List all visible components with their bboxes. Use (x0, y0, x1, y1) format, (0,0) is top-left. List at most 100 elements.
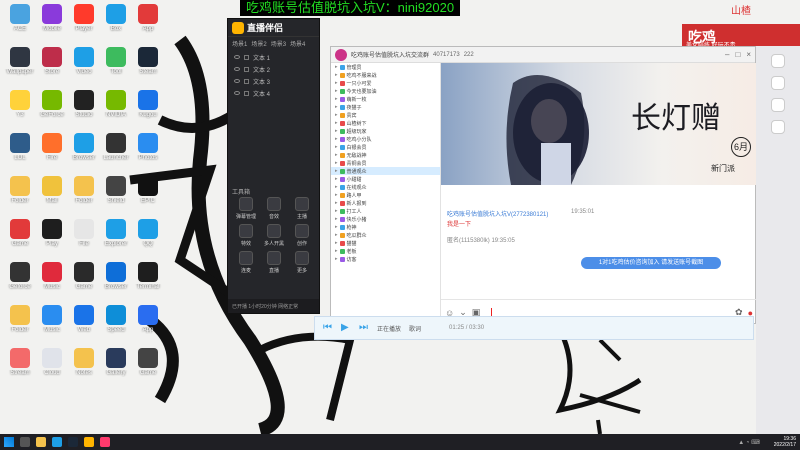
scene-item[interactable]: 文本 4 (228, 87, 319, 99)
checkbox[interactable] (244, 54, 249, 60)
eye-icon[interactable] (234, 55, 240, 59)
desktop-icon[interactable]: Game (2, 217, 38, 257)
desktop-icon[interactable]: App (130, 303, 166, 343)
maximize-icon[interactable]: □ (735, 50, 740, 59)
stream-companion-window[interactable]: 直播伴侣 场景1 场景2 场景3 场景4 文本 1 文本 2 文本 3 文本 4… (227, 18, 320, 314)
room-avatar[interactable] (335, 48, 347, 61)
browser-icon[interactable] (52, 437, 62, 447)
desktop-icon[interactable]: Mobile (34, 2, 70, 42)
desktop-icon[interactable]: Kugou (130, 88, 166, 128)
member-list-item[interactable]: ▸ 普通观众 (331, 167, 440, 175)
chevron-right-icon[interactable]: ▸ (335, 136, 338, 142)
search-icon[interactable] (20, 437, 30, 447)
tray-icons[interactable]: ▲ ◔ ⌨ (738, 439, 760, 446)
desktop-icon[interactable]: Browser (66, 131, 102, 171)
desktop-icon[interactable]: GeForce (34, 88, 70, 128)
scene-item[interactable]: 文本 3 (228, 75, 319, 87)
desktop-icon[interactable]: Tool (98, 45, 134, 85)
member-list-item[interactable]: ▸ 吃鸡不服来战 (331, 71, 440, 79)
chevron-right-icon[interactable]: ▸ (335, 128, 338, 134)
play-icon[interactable]: ▶ (341, 323, 351, 333)
member-list-item[interactable]: ▸ 今天也要加油 (331, 87, 440, 95)
chevron-right-icon[interactable]: ▸ (335, 232, 338, 238)
chevron-right-icon[interactable]: ▸ (335, 64, 338, 70)
member-list-item[interactable]: ▸ 猫猫 (331, 239, 440, 247)
member-list-item[interactable]: ▸ 一只小可爱 (331, 79, 440, 87)
chevron-right-icon[interactable]: ▸ (335, 152, 338, 158)
desktop-icon[interactable]: Speed (98, 303, 134, 343)
member-list-item[interactable]: ▸ 萌新一枚 (331, 95, 440, 103)
gear-icon[interactable] (771, 120, 785, 134)
desktop-icon[interactable]: Geforce (2, 260, 38, 300)
desktop-icon[interactable]: EPIC (130, 174, 166, 214)
member-list-item[interactable]: ▸ 枪神 (331, 223, 440, 231)
tab-scene-2[interactable]: 场景2 (251, 39, 266, 49)
chevron-right-icon[interactable]: ▸ (335, 176, 338, 182)
desktop-icon[interactable]: Player (66, 2, 102, 42)
eye-icon[interactable] (234, 79, 240, 83)
chat-username[interactable]: 吃鸡账号估值脱坑入坑V(2772380121) (447, 209, 548, 218)
chevron-right-icon[interactable]: ▸ (335, 104, 338, 110)
desktop-icon[interactable]: Play (34, 217, 70, 257)
tab-scene-3[interactable]: 场景3 (271, 39, 286, 49)
companion-taskbar-icon[interactable] (84, 437, 94, 447)
member-list-item[interactable]: ▸ 超级玩家 (331, 127, 440, 135)
desktop-icon[interactable]: Photos (130, 131, 166, 171)
clock[interactable]: 19:36 2022/2/17 (774, 436, 796, 448)
chat-bubble[interactable]: 1对1吃鸡估价咨询加入 请发送账号截图 (581, 257, 721, 269)
tab-scene-1[interactable]: 场景1 (232, 39, 247, 49)
chevron-right-icon[interactable]: ▸ (335, 224, 338, 230)
chevron-right-icon[interactable]: ▸ (335, 120, 338, 126)
chat-icon[interactable] (771, 98, 785, 112)
lyrics-button[interactable]: 歌词 (409, 324, 421, 333)
member-list-item[interactable]: ▸ 山楂树下 (331, 119, 440, 127)
tab-scene-4[interactable]: 场景4 (290, 39, 305, 49)
tool-item[interactable]: 音效 (260, 197, 288, 220)
tool-item[interactable]: 更多 (288, 251, 316, 274)
checkbox[interactable] (244, 78, 249, 84)
scene-item[interactable]: 文本 2 (228, 63, 319, 75)
member-list-item[interactable]: ▸ 白银会员 (331, 143, 440, 151)
desktop-icon[interactable]: Music (34, 303, 70, 343)
desktop-icon[interactable]: Store (34, 45, 70, 85)
member-list-item[interactable]: ▸ 青铜会员 (331, 159, 440, 167)
tool-item[interactable]: 特效 (232, 224, 260, 247)
music-player[interactable]: ⏮ ▶ ⏭ 正在播放 歌词 01:25 / 03:30 (314, 316, 754, 340)
desktop-icon[interactable]: Fire (34, 131, 70, 171)
checkbox[interactable] (244, 66, 249, 72)
prev-icon[interactable]: ⏮ (323, 323, 333, 333)
member-list-item[interactable]: ▸ 夜猫子 (331, 103, 440, 111)
chevron-right-icon[interactable]: ▸ (335, 192, 338, 198)
scene-item[interactable]: 文本 1 (228, 51, 319, 63)
desktop-icon[interactable]: Terminal (130, 260, 166, 300)
desktop-icon[interactable]: Y3 (2, 88, 38, 128)
desktop-icon[interactable]: App (130, 2, 166, 42)
desktop-icon[interactable]: Steam (130, 45, 166, 85)
folder-icon[interactable] (36, 437, 46, 447)
desktop-icon[interactable]: Game (66, 260, 102, 300)
desktop-icon[interactable]: Browser (98, 260, 134, 300)
game-icon[interactable] (771, 76, 785, 90)
desktop-icon[interactable]: Cloud (34, 346, 70, 386)
member-list-item[interactable]: ▸ 贵宾 (331, 111, 440, 119)
tool-item[interactable]: 连麦 (232, 251, 260, 274)
live-room-window[interactable]: 吃鸡账号估值脱坑入坑交流群 40717173 222 – □ × ▸ 管理员 ▸ 吃鸡… (330, 46, 757, 325)
tool-item[interactable]: 弹幕管理 (232, 197, 260, 220)
member-list-item[interactable]: ▸ 小甜甜 (331, 175, 440, 183)
desktop-icon[interactable]: Folder (2, 303, 38, 343)
chevron-right-icon[interactable]: ▸ (335, 80, 338, 86)
eye-icon[interactable] (234, 67, 240, 71)
chevron-right-icon[interactable]: ▸ (335, 248, 338, 254)
close-icon[interactable]: × (746, 50, 751, 59)
start-button[interactable] (4, 437, 14, 447)
member-list-item[interactable]: ▸ 访客 (331, 255, 440, 263)
home-icon[interactable] (771, 54, 785, 68)
chevron-right-icon[interactable]: ▸ (335, 184, 338, 190)
tool-item[interactable]: 直播 (260, 251, 288, 274)
checkbox[interactable] (244, 90, 249, 96)
desktop-icon[interactable]: Gallery (98, 346, 134, 386)
desktop-icon[interactable]: File (66, 217, 102, 257)
desktop-icon[interactable]: NVIDIA (98, 88, 134, 128)
desktop-icon[interactable]: Music (34, 260, 70, 300)
member-list-item[interactable]: ▸ 在线观众 (331, 183, 440, 191)
